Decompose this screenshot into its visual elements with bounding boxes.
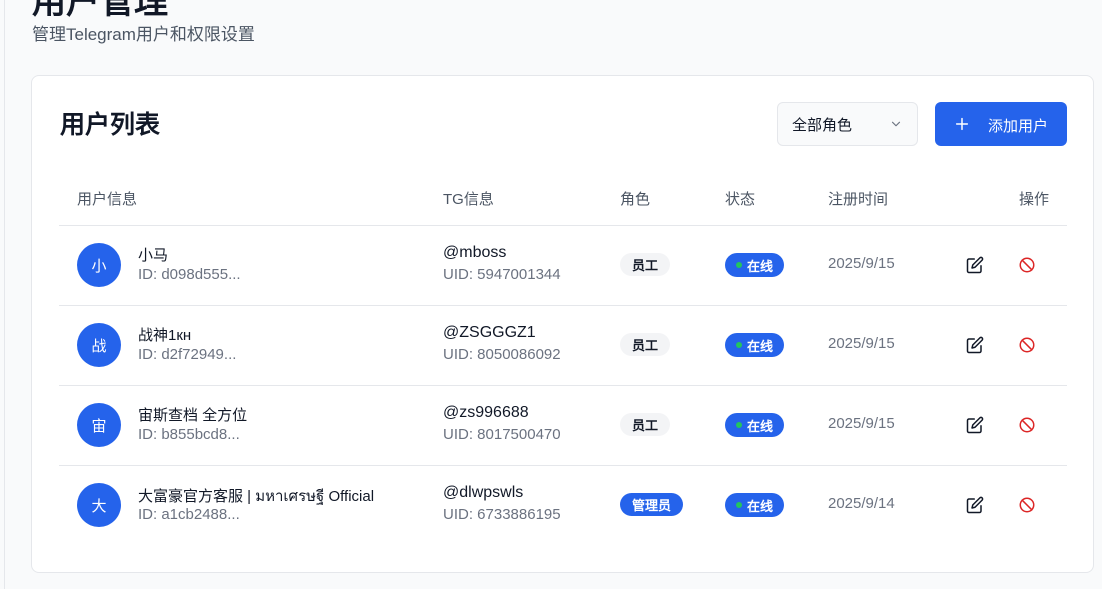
status-label: 在线	[747, 418, 774, 434]
online-dot-icon	[736, 502, 742, 508]
user-name: 宙斯查档 全方位	[138, 407, 248, 424]
ban-icon[interactable]	[1018, 416, 1036, 434]
tg-username: @dlwpswls	[443, 484, 524, 501]
divider	[4, 0, 5, 589]
edit-icon[interactable]	[966, 496, 984, 514]
add-user-button[interactable]: 添加用户	[935, 102, 1067, 146]
registered-date: 2025/9/15	[828, 415, 895, 432]
user-id: ID: d098d555...	[138, 266, 241, 283]
online-dot-icon	[736, 262, 742, 268]
card-title: 用户列表	[60, 111, 161, 139]
table-row: 小 小马 ID: d098d555... @mboss UID: 5947001…	[59, 226, 1067, 306]
header-actions: 操作	[1019, 191, 1050, 208]
status-label: 在线	[747, 258, 774, 274]
avatar: 战	[77, 323, 121, 367]
header-user-info: 用户信息	[77, 191, 138, 208]
status-badge: 在线	[725, 493, 785, 517]
user-id: ID: b855bcd8...	[138, 426, 240, 443]
table-row: 大 大富豪官方客服 | มหาเศรษฐี Official ID: a1cb2…	[59, 466, 1067, 546]
edit-icon[interactable]	[966, 256, 984, 274]
ban-icon[interactable]	[1018, 336, 1036, 354]
header-tg-info: TG信息	[443, 191, 494, 208]
header-registered: 注册时间	[828, 191, 889, 208]
avatar: 小	[77, 243, 121, 287]
status-badge: 在线	[725, 333, 785, 357]
registered-date: 2025/9/14	[828, 495, 895, 512]
registered-date: 2025/9/15	[828, 255, 895, 272]
user-name: 战神1кн	[138, 327, 192, 344]
table-row: 战 战神1кн ID: d2f72949... @ZSGGGZ1 UID: 80…	[59, 306, 1067, 386]
page-subtitle: 管理Telegram用户和权限设置	[32, 25, 255, 44]
online-dot-icon	[736, 342, 742, 348]
registered-date: 2025/9/15	[828, 335, 895, 352]
table-header: 用户信息 TG信息 角色 状态 注册时间 操作	[59, 174, 1067, 226]
role-filter-select[interactable]: 全部角色	[777, 102, 918, 146]
role-filter-value: 全部角色	[792, 116, 853, 134]
header-status: 状态	[725, 191, 756, 208]
user-id: ID: a1cb2488...	[138, 506, 240, 523]
page-title: 用户管理	[32, 0, 168, 21]
role-badge: 员工	[620, 253, 671, 276]
tg-uid: UID: 8017500470	[443, 426, 561, 443]
user-id: ID: d2f72949...	[138, 346, 237, 363]
tg-uid: UID: 5947001344	[443, 266, 561, 283]
tg-username: @ZSGGGZ1	[443, 324, 536, 341]
role-badge: 员工	[620, 333, 671, 356]
add-user-label: 添加用户	[988, 118, 1049, 135]
status-badge: 在线	[725, 413, 785, 437]
status-label: 在线	[747, 338, 774, 354]
tg-uid: UID: 8050086092	[443, 346, 561, 363]
status-label: 在线	[747, 498, 774, 514]
user-name: 大富豪官方客服 | มหาเศรษฐี Official	[138, 488, 375, 505]
table-row: 宙 宙斯查档 全方位 ID: b855bcd8... @zs996688 UID…	[59, 386, 1067, 466]
tg-username: @mboss	[443, 244, 507, 261]
plus-icon	[955, 117, 969, 131]
edit-icon[interactable]	[966, 336, 984, 354]
ban-icon[interactable]	[1018, 496, 1036, 514]
tg-username: @zs996688	[443, 404, 529, 421]
chevron-down-icon	[891, 121, 901, 127]
status-badge: 在线	[725, 253, 785, 277]
avatar: 宙	[77, 403, 121, 447]
user-list-card: 用户列表 全部角色 添加用户 用户信息 TG信息 角色 状态 注册时间 操作 小…	[31, 75, 1094, 573]
edit-icon[interactable]	[966, 416, 984, 434]
ban-icon[interactable]	[1018, 256, 1036, 274]
header-role: 角色	[620, 191, 651, 208]
user-name: 小马	[138, 247, 169, 264]
role-badge: 员工	[620, 413, 671, 436]
tg-uid: UID: 6733886195	[443, 506, 561, 523]
role-badge: 管理员	[620, 493, 684, 516]
online-dot-icon	[736, 422, 742, 428]
avatar: 大	[77, 483, 121, 527]
user-management-page: 用户管理 管理Telegram用户和权限设置 用户列表 全部角色 添加用户 用户…	[0, 0, 1102, 589]
